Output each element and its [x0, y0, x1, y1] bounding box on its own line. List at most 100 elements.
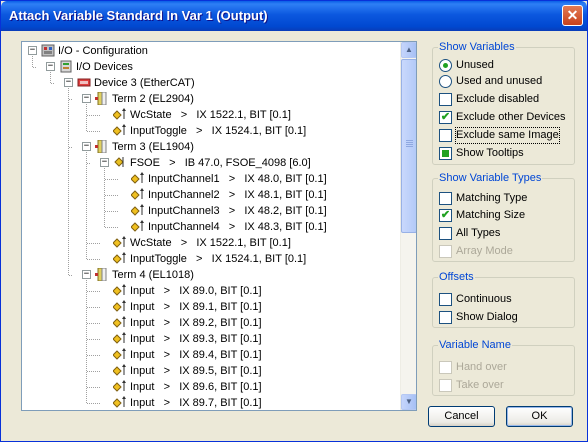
tree-row[interactable]: − I/O Devices: [22, 59, 401, 75]
radio-icon: [439, 75, 452, 88]
variable-icon: [112, 332, 127, 345]
indeterminate-check-icon: [439, 147, 452, 160]
variable-icon: [112, 108, 127, 121]
tree-row[interactable]: − Term 3 (EL1904): [22, 139, 401, 155]
tree-content: − I/O - Configuration − I/O Devices − Device …: [22, 42, 401, 410]
close-icon: ✕: [566, 7, 579, 23]
grip-line: [406, 140, 413, 141]
tree-row[interactable]: InputChannel2 > IX 48.1, BIT [0.1]: [22, 187, 401, 203]
continuous-label: Continuous: [456, 293, 512, 305]
matching-size-label: Matching Size: [456, 209, 526, 221]
tree-row-label: Input > IX 89.7, BIT [0.1]: [130, 397, 262, 409]
grip-line: [406, 146, 413, 147]
take-over-label: Take over: [456, 379, 504, 391]
tree-guide-line: [50, 72, 51, 83]
ethercat-device-icon: [77, 76, 91, 89]
tree-connector: [87, 163, 90, 164]
unused-label: Unused: [456, 59, 494, 71]
tree-row[interactable]: − Term 2 (EL2904): [22, 91, 401, 107]
variable-icon: [112, 316, 127, 329]
tree-row-label: Term 4 (EL1018): [112, 269, 194, 281]
variable-icon: [130, 204, 145, 217]
show-dialog-label: Show Dialog: [456, 311, 518, 323]
scroll-down-button[interactable]: ▼: [401, 394, 416, 410]
checkmark-icon: ✔: [439, 209, 452, 222]
collapse-icon[interactable]: −: [82, 142, 91, 151]
tree-guide-line: [68, 88, 69, 275]
tree-guide-line: [86, 152, 87, 259]
scroll-up-button[interactable]: ▲: [401, 42, 416, 58]
variable-icon: [112, 284, 127, 297]
tree-connector: [87, 307, 100, 308]
checkbox-icon: [439, 311, 452, 324]
grip-line: [406, 142, 413, 143]
tree-row[interactable]: − Term 4 (EL1018): [22, 267, 401, 283]
tree-connector: [87, 323, 100, 324]
tree-scrollbar[interactable]: ▲ ▼: [400, 42, 416, 410]
cancel-button[interactable]: Cancel: [428, 406, 495, 427]
tree-connector: [105, 211, 118, 212]
tree-row[interactable]: InputChannel4 > IX 48.3, BIT [0.1]: [22, 219, 401, 235]
terminal-icon: [95, 139, 109, 154]
tree-row-label: Input > IX 89.2, BIT [0.1]: [130, 317, 262, 329]
tree-connector: [87, 387, 100, 388]
variable-icon: [130, 172, 145, 185]
checkbox-icon: [439, 93, 452, 106]
tree-row[interactable]: WcState > IX 1522.1, BIT [0.1]: [22, 235, 401, 251]
tree-connector: [105, 195, 118, 196]
tree-row[interactable]: − I/O - Configuration: [22, 43, 401, 59]
tree-row[interactable]: Input > IX 89.0, BIT [0.1]: [22, 283, 401, 299]
collapse-icon[interactable]: −: [46, 62, 55, 71]
tree-row[interactable]: Input > IX 89.4, BIT [0.1]: [22, 347, 401, 363]
variable-icon: [112, 124, 127, 137]
checkmark-icon: ✔: [439, 111, 452, 124]
variable-icon: [112, 252, 127, 265]
scroll-thumb[interactable]: [401, 59, 416, 233]
tree-row[interactable]: InputToggle > IX 1524.1, BIT [0.1]: [22, 251, 401, 267]
dialog-client: − I/O - Configuration − I/O Devices − Device …: [4, 31, 584, 439]
arrow-up-icon: ▲: [405, 45, 413, 54]
tree-row[interactable]: InputChannel1 > IX 48.0, BIT [0.1]: [22, 171, 401, 187]
collapse-icon[interactable]: −: [82, 270, 91, 279]
tree-row[interactable]: InputChannel3 > IX 48.2, BIT [0.1]: [22, 203, 401, 219]
title-bar[interactable]: Attach Variable Standard In Var 1 (Outpu…: [1, 1, 587, 31]
tree-row-label: Input > IX 89.5, BIT [0.1]: [130, 365, 262, 377]
collapse-icon[interactable]: −: [28, 46, 37, 55]
close-button[interactable]: ✕: [562, 5, 583, 26]
tree-connector: [51, 83, 54, 84]
checkbox-disabled-icon: [439, 361, 452, 374]
tree-guide-line: [104, 168, 105, 227]
tree-guide-line: [86, 104, 87, 131]
tree-row-label: InputToggle > IX 1524.1, BIT [0.1]: [130, 253, 307, 265]
tree-row[interactable]: WcState > IX 1522.1, BIT [0.1]: [22, 107, 401, 123]
tree-connector: [69, 147, 72, 148]
tree-row-label: Input > IX 89.0, BIT [0.1]: [130, 285, 262, 297]
tree-row[interactable]: Input > IX 89.5, BIT [0.1]: [22, 363, 401, 379]
tree-row[interactable]: Input > IX 89.7, BIT [0.1]: [22, 395, 401, 410]
tree-row[interactable]: Input > IX 89.3, BIT [0.1]: [22, 331, 401, 347]
radio-selected-icon: [439, 59, 452, 72]
tree-connector: [87, 259, 100, 260]
ok-button[interactable]: OK: [506, 406, 573, 427]
tree-row[interactable]: Input > IX 89.1, BIT [0.1]: [22, 299, 401, 315]
collapse-icon[interactable]: −: [64, 78, 73, 87]
variable-tree[interactable]: − I/O - Configuration − I/O Devices − Device …: [21, 41, 417, 411]
offsets-group: Offsets Continuous Show Dialog: [432, 271, 575, 328]
collapse-icon[interactable]: −: [82, 94, 91, 103]
all-types-label: All Types: [456, 227, 501, 239]
tree-connector: [105, 179, 118, 180]
grip-line: [406, 144, 413, 145]
hand-over-label: Hand over: [456, 361, 507, 373]
variable-icon: [112, 364, 127, 377]
array-mode-label: Array Mode: [456, 245, 513, 257]
tree-row-label: I/O Devices: [76, 61, 133, 73]
tree-connector: [87, 339, 100, 340]
tree-row[interactable]: InputToggle > IX 1524.1, BIT [0.1]: [22, 123, 401, 139]
tree-connector: [105, 227, 118, 228]
tree-connector: [87, 131, 100, 132]
collapse-icon[interactable]: −: [100, 158, 109, 167]
tree-row[interactable]: Input > IX 89.6, BIT [0.1]: [22, 379, 401, 395]
tree-row[interactable]: Input > IX 89.2, BIT [0.1]: [22, 315, 401, 331]
tree-row[interactable]: − Device 3 (EtherCAT): [22, 75, 401, 91]
tree-row[interactable]: − FSOE > IB 47.0, FSOE_4098 [6.0]: [22, 155, 401, 171]
